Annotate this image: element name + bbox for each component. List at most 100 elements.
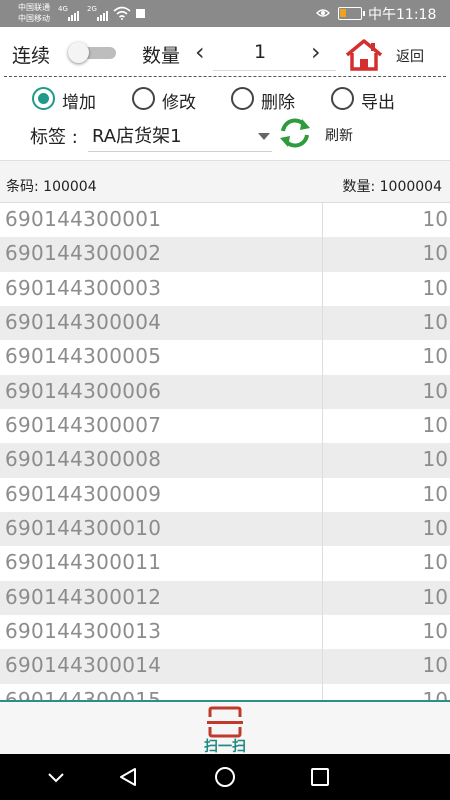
column-divider [322, 374, 323, 410]
column-divider [322, 615, 323, 650]
notification-icon [136, 9, 145, 18]
list-item[interactable]: 690144300014 10 [0, 649, 450, 684]
barcode-cell: 690144300011 [5, 550, 162, 575]
quantity-cell: 10 [422, 653, 448, 678]
column-divider [322, 340, 323, 375]
quantity-header: 数量: 1000004 [342, 179, 442, 195]
barcode-cell: 690144300001 [5, 207, 162, 231]
radio-circle [231, 87, 254, 110]
barcode-cell: 690144300002 [5, 241, 162, 266]
back-button[interactable]: 返回 [396, 46, 424, 66]
list-header: 条码: 100004 数量: 1000004 [0, 160, 450, 203]
toggle-thumb [68, 42, 89, 63]
tag-select[interactable]: RA店货架1 [88, 119, 272, 152]
tag-label: 标签 : [30, 127, 78, 148]
refresh-icon[interactable] [278, 117, 312, 149]
column-divider [322, 443, 323, 478]
quantity-value[interactable]: 1 [240, 41, 280, 63]
refresh-button[interactable]: 刷新 [325, 125, 353, 145]
column-divider [322, 546, 323, 581]
list-item[interactable]: 690144300013 10 [0, 615, 450, 650]
list-item[interactable]: 690144300001 10 [0, 203, 450, 238]
barcode-cell: 690144300008 [5, 447, 162, 472]
chevron-down-icon[interactable] [47, 766, 65, 788]
list-item[interactable]: 690144300008 10 [0, 443, 450, 478]
list-item[interactable]: 690144300006 10 [0, 374, 450, 410]
quantity-cell: 10 [422, 447, 448, 472]
barcode-list[interactable]: 690144300001 10 690144300002 10 690144300003… [0, 203, 450, 700]
quantity-cell: 10 [422, 687, 448, 700]
barcode-cell: 690144300014 [5, 653, 162, 678]
recents-square-icon[interactable] [310, 766, 330, 788]
barcode-header: 条码: 100004 [6, 179, 97, 195]
radio-delete-label: 删除 [261, 93, 295, 113]
column-divider [322, 477, 323, 513]
column-divider [322, 409, 323, 444]
barcode-cell: 690144300006 [5, 378, 162, 403]
quantity-cell: 10 [422, 516, 448, 541]
list-item[interactable]: 690144300003 10 [0, 271, 450, 307]
android-nav-bar [0, 754, 450, 800]
tag-select-value: RA店货架1 [92, 126, 182, 147]
battery-level [340, 9, 346, 17]
radio-circle [331, 87, 354, 110]
eye-icon [316, 9, 330, 17]
barcode-cell: 690144300012 [5, 584, 162, 609]
column-divider [322, 203, 323, 238]
list-item[interactable]: 690144300009 10 [0, 477, 450, 513]
column-divider [322, 306, 323, 341]
barcode-cell: 690144300004 [5, 310, 162, 335]
list-item[interactable]: 690144300011 10 [0, 546, 450, 581]
quantity-cell: 10 [422, 344, 448, 369]
home-circle-icon[interactable] [214, 766, 236, 788]
carrier-1: 中国联通 [18, 3, 50, 12]
list-item[interactable]: 690144300015 10 [0, 683, 450, 700]
carrier-2: 中国移动 [18, 14, 50, 23]
barcode-cell: 690144300010 [5, 516, 162, 541]
barcode-cell: 690144300013 [5, 619, 162, 644]
barcode-cell: 690144300015 [5, 687, 162, 700]
quantity-cell: 10 [422, 310, 448, 335]
quantity-cell: 10 [422, 481, 448, 506]
barcode-cell: 690144300009 [5, 481, 162, 506]
quantity-cell: 10 [422, 584, 448, 609]
quantity-underline [213, 70, 336, 71]
bottom-bar: 扫一扫 [0, 702, 450, 755]
quantity-cell: 10 [422, 275, 448, 300]
column-divider [322, 512, 323, 547]
continuous-toggle[interactable] [68, 42, 116, 63]
network-type-1: 4G [58, 5, 68, 13]
radio-export-label: 导出 [361, 93, 395, 113]
radio-add-label: 增加 [62, 93, 96, 113]
status-time: 中午11:18 [368, 7, 437, 23]
quantity-label: 数量 [142, 45, 181, 67]
dashed-divider [4, 76, 446, 77]
scan-button[interactable]: 扫一扫 [195, 702, 255, 755]
quantity-cell: 10 [422, 378, 448, 403]
quantity-cell: 10 [422, 413, 448, 438]
home-icon[interactable] [345, 38, 383, 72]
radio-edit-label: 修改 [162, 93, 196, 113]
list-item[interactable]: 690144300002 10 [0, 237, 450, 272]
quantity-cell: 10 [422, 550, 448, 575]
list-item[interactable]: 690144300012 10 [0, 580, 450, 616]
column-divider [322, 271, 323, 307]
list-item[interactable]: 690144300004 10 [0, 306, 450, 341]
barcode-cell: 690144300005 [5, 344, 162, 369]
back-triangle-icon[interactable] [117, 766, 139, 788]
column-divider [322, 580, 323, 616]
scan-icon [207, 706, 243, 738]
column-divider [322, 683, 323, 700]
quantity-cell: 10 [422, 241, 448, 266]
list-item[interactable]: 690144300005 10 [0, 340, 450, 375]
chevron-right-icon[interactable]: › [311, 40, 321, 64]
list-item[interactable]: 690144300007 10 [0, 409, 450, 444]
chevron-left-icon[interactable]: ‹ [195, 40, 205, 64]
quantity-cell: 10 [422, 207, 448, 231]
quantity-cell: 10 [422, 619, 448, 644]
status-bar: 中国联通 中国移动 4G 2G 中午11:18 [0, 0, 450, 27]
screen: 中国联通 中国移动 4G 2G 中午11:18 连续 数量 ‹ 1 › 返回 增… [0, 0, 450, 800]
column-divider [322, 649, 323, 684]
continuous-label: 连续 [12, 45, 51, 67]
list-item[interactable]: 690144300010 10 [0, 512, 450, 547]
